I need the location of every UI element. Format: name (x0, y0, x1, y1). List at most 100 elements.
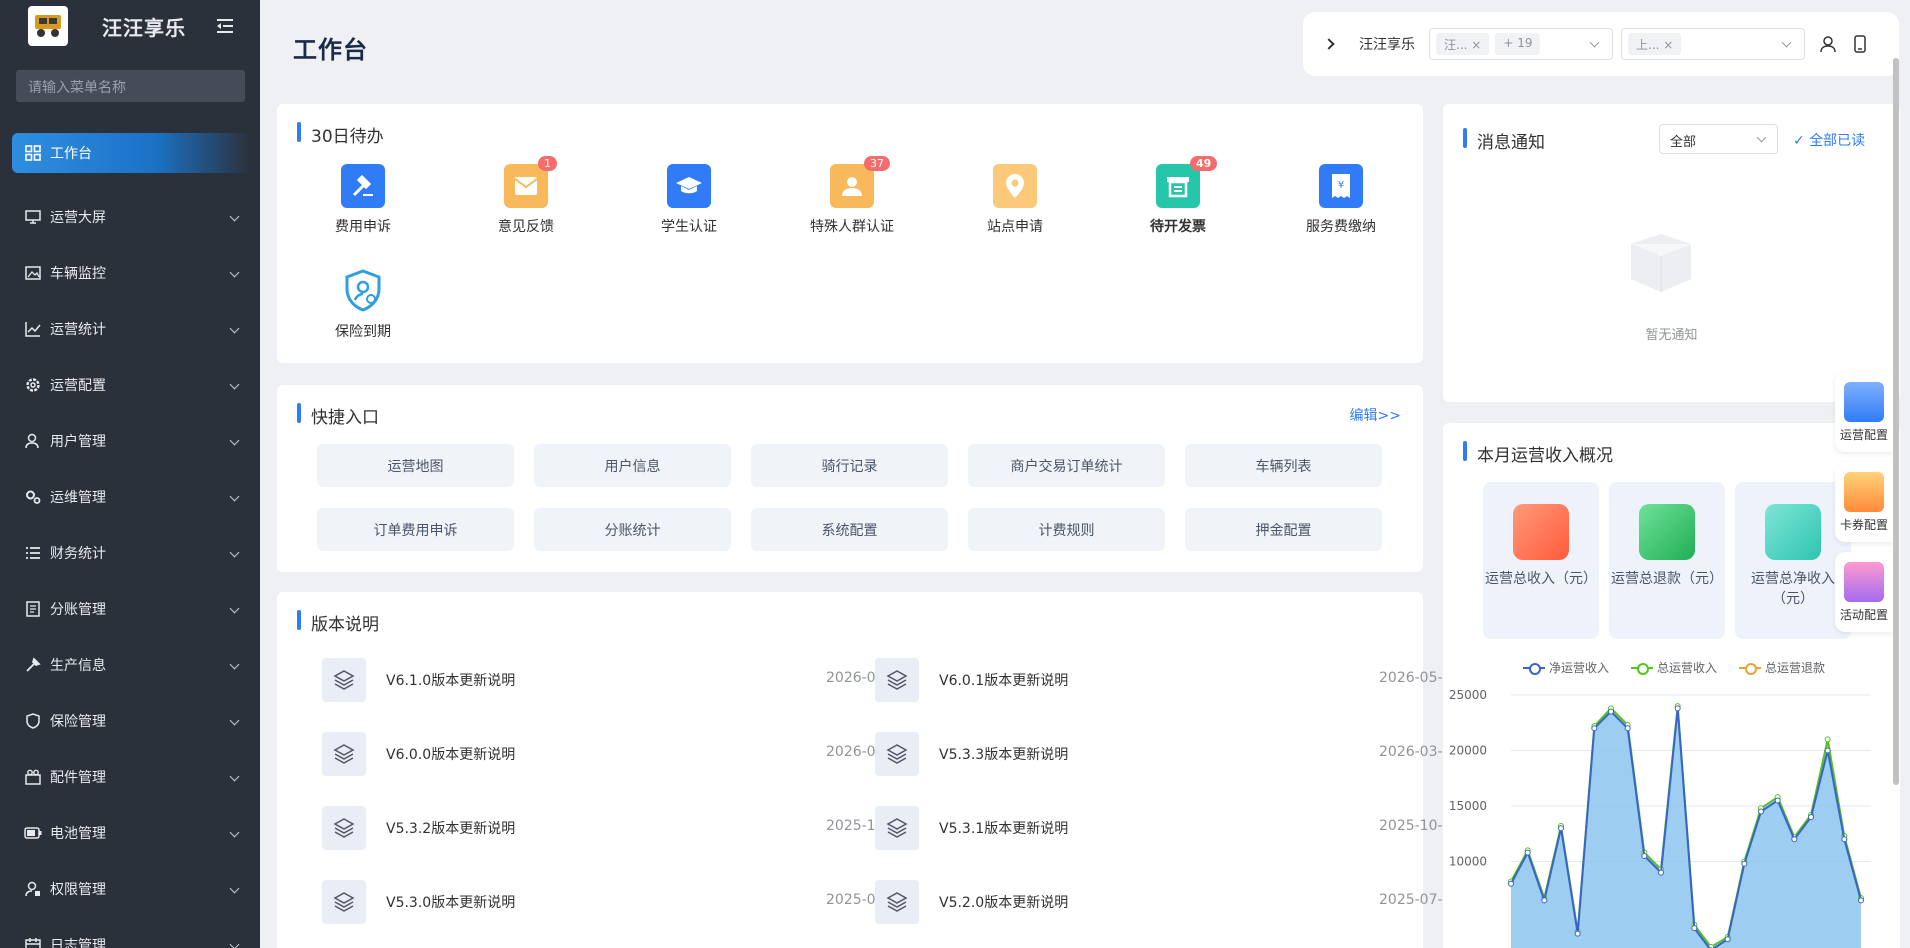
layers-icon (322, 658, 366, 702)
menu-item-workbench[interactable]: 工作台 (12, 133, 250, 173)
version-row[interactable]: V6.0.1版本更新说明 (875, 658, 1239, 702)
data-point[interactable] (1824, 736, 1831, 743)
legend-refund[interactable]: 总运营退款 (1739, 659, 1825, 676)
mobile-icon[interactable] (1851, 35, 1869, 53)
region-select[interactable]: 上... × (1621, 28, 1805, 60)
version-row[interactable]: V5.3.0版本更新说明 (322, 880, 686, 924)
data-point[interactable] (1741, 860, 1748, 867)
version-title: 版本说明 (297, 610, 379, 635)
version-name: V5.3.3版本更新说明 (939, 747, 1069, 763)
user-icon[interactable] (1819, 35, 1837, 53)
data-point[interactable] (1574, 930, 1581, 937)
collapse-menu-icon[interactable] (216, 18, 234, 34)
data-point[interactable] (1608, 708, 1614, 715)
menu-item-permission[interactable]: 权限管理 (0, 861, 260, 917)
version-name: V5.3.0版本更新说明 (386, 895, 516, 911)
quick-button[interactable]: 商户交易订单统计 (968, 444, 1165, 487)
version-row[interactable]: V5.3.3版本更新说明 (875, 732, 1239, 776)
read-all-link[interactable]: ✓ 全部已读 (1793, 130, 1865, 150)
version-name: V5.2.0版本更新说明 (939, 895, 1069, 911)
data-point[interactable] (1591, 725, 1598, 732)
version-row[interactable]: V6.1.0版本更新说明 (322, 658, 686, 702)
todo-item-insurance-expire[interactable]: 保险到期 (303, 269, 423, 341)
data-point[interactable] (1774, 797, 1781, 804)
todo-item-site-apply[interactable]: 站点申请 (955, 164, 1075, 236)
menu-item-battery[interactable]: 电池管理 (0, 805, 260, 861)
quick-button[interactable]: 分账统计 (534, 508, 731, 551)
quick-button[interactable]: 车辆列表 (1185, 444, 1382, 487)
quick-button[interactable]: 骑行记录 (751, 444, 948, 487)
todo-badge: 49 (1190, 156, 1218, 171)
data-point[interactable] (1508, 880, 1514, 887)
menu-item-ops-stats[interactable]: 运营统计 (0, 301, 260, 357)
todo-item-invoice[interactable]: 49 待开发票 (1118, 156, 1238, 236)
todo-item-special-group[interactable]: 37 特殊人群认证 (792, 156, 912, 236)
version-row[interactable]: V5.3.2版本更新说明 (322, 806, 686, 850)
float-coupon-config[interactable]: 卡券配置 (1835, 462, 1893, 542)
menu-item-parts[interactable]: 配件管理 (0, 749, 260, 805)
data-point[interactable] (1808, 814, 1814, 821)
todo-label: 意见反馈 (498, 219, 554, 235)
quick-button[interactable]: 用户信息 (534, 444, 731, 487)
menu-item-ops-screen[interactable]: 运营大屏 (0, 189, 260, 245)
legend-net[interactable]: 净运营收入 (1523, 659, 1609, 676)
menu-item-production[interactable]: 生产信息 (0, 637, 260, 693)
data-point[interactable] (1758, 808, 1764, 815)
menu-item-insurance[interactable]: 保险管理 (0, 693, 260, 749)
menu-item-maintenance[interactable]: 运维管理 (0, 469, 260, 525)
menu-search-input[interactable]: 请输入菜单名称 (16, 70, 245, 102)
data-point[interactable] (1541, 897, 1548, 904)
layers-icon (322, 806, 366, 850)
float-activity-config[interactable]: 活动配置 (1835, 552, 1893, 632)
data-point[interactable] (1674, 705, 1681, 712)
data-point[interactable] (1524, 849, 1531, 856)
menu-item-vehicle-monitor[interactable]: 车辆监控 (0, 245, 260, 301)
todo-label: 保险到期 (335, 324, 391, 340)
data-point[interactable] (1691, 925, 1698, 932)
monitor-icon (24, 208, 42, 226)
notice-filter-select[interactable]: 全部 (1659, 124, 1778, 154)
gear-icon (24, 376, 42, 394)
quick-button[interactable]: 计费规则 (968, 508, 1165, 551)
merchant-select[interactable]: 汪... × + 19 (1429, 28, 1613, 60)
data-point[interactable] (1824, 747, 1831, 754)
data-point[interactable] (1658, 869, 1664, 876)
data-point[interactable] (1624, 725, 1631, 732)
version-row[interactable]: V6.0.0版本更新说明 (322, 732, 686, 776)
data-point[interactable] (1724, 936, 1731, 943)
version-row[interactable]: V5.2.0版本更新说明 (875, 880, 1239, 924)
brand-title: 汪汪享乐 (102, 15, 186, 40)
quick-edit-link[interactable]: 编辑>> (1350, 405, 1401, 425)
quick-button[interactable]: 订单费用申诉 (317, 508, 514, 551)
todo-item-student[interactable]: 学生认证 (629, 164, 749, 236)
todo-item-service-fee[interactable]: ¥ 服务费缴纳 (1281, 164, 1401, 236)
menu-item-user-mgmt[interactable]: 用户管理 (0, 413, 260, 469)
scrollbar[interactable] (1893, 58, 1899, 785)
menu-item-split[interactable]: 分账管理 (0, 581, 260, 637)
float-ops-config[interactable]: 运营配置 (1835, 372, 1893, 452)
data-point[interactable] (1558, 825, 1564, 832)
version-row[interactable]: V5.3.1版本更新说明 (875, 806, 1239, 850)
quick-button[interactable]: 系统配置 (751, 508, 948, 551)
menu-item-finance[interactable]: 财务统计 (0, 525, 260, 581)
notice-title: 消息通知 (1463, 128, 1545, 153)
menu-label: 电池管理 (50, 826, 106, 842)
close-icon[interactable]: × (1663, 38, 1673, 52)
menu-label: 运营统计 (50, 322, 106, 338)
receipt-icon: ¥ (1319, 164, 1363, 208)
todo-item-fee-appeal[interactable]: 费用申诉 (303, 164, 423, 236)
data-point[interactable] (1858, 897, 1864, 904)
quick-button[interactable]: 运营地图 (317, 444, 514, 487)
chevron-down-icon (229, 267, 240, 278)
data-point[interactable] (1791, 836, 1798, 843)
menu-item-logs[interactable]: 日志管理 (0, 917, 260, 948)
menu-item-ops-config[interactable]: 运营配置 (0, 357, 260, 413)
brand: 汪汪享乐 (0, 0, 260, 52)
legend-total[interactable]: 总运营收入 (1631, 659, 1717, 676)
todo-item-feedback[interactable]: 1 意见反馈 (466, 156, 586, 236)
quick-button[interactable]: 押金配置 (1185, 508, 1382, 551)
chevron-right-icon[interactable] (1323, 38, 1335, 50)
data-point[interactable] (1841, 836, 1848, 843)
close-icon[interactable]: × (1471, 38, 1481, 52)
data-point[interactable] (1641, 852, 1648, 859)
